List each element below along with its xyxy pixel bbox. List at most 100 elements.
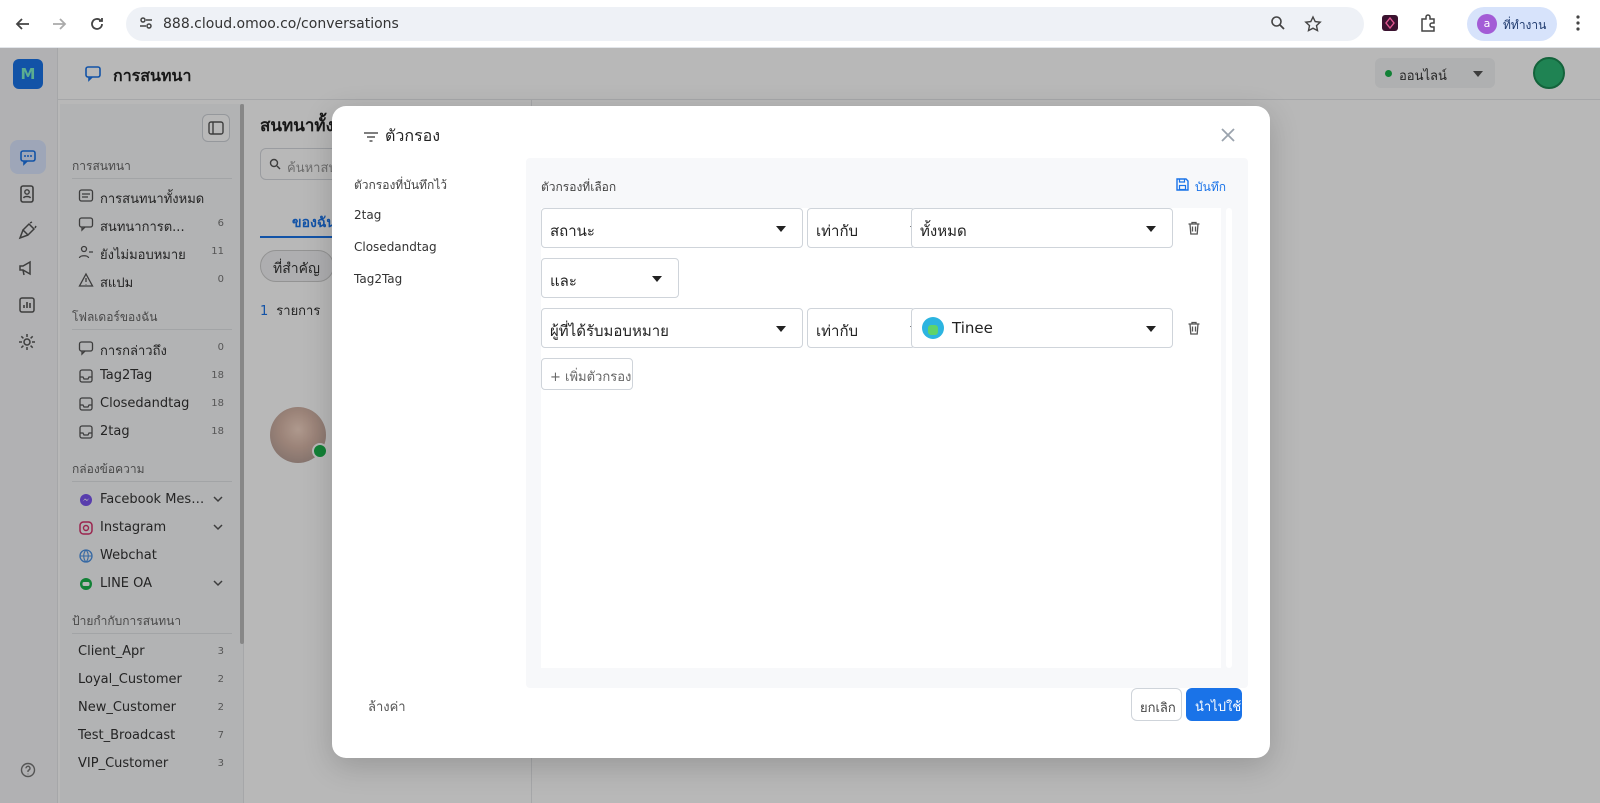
contacts-nav-icon[interactable] (17, 184, 39, 206)
sidebar-folder-mentions[interactable]: การกล่าวถึง 0 (78, 337, 234, 359)
caret-down-icon (1473, 71, 1483, 77)
saved-filter-item[interactable]: 2tag (354, 208, 381, 222)
filter-field-select[interactable]: ผู้ที่ได้รับมอบหมาย (541, 308, 803, 348)
sidebar-label-item[interactable]: New_Customer 2 (78, 697, 234, 719)
label-name: Test_Broadcast (78, 728, 176, 743)
saved-filter-item[interactable]: Tag2Tag (354, 272, 402, 286)
add-filter-button[interactable]: + เพิ่มตัวกรอง (541, 358, 633, 390)
back-icon[interactable] (12, 13, 34, 35)
folder-inbox-icon (78, 424, 94, 440)
sidebar-item-label: สนทนาการต... (100, 220, 185, 235)
select-value: ทั้งหมด (920, 222, 967, 240)
saved-filter-item[interactable]: Closedandtag (354, 240, 437, 254)
availability-select[interactable]: ออนไลน์ (1375, 58, 1495, 88)
reports-nav-icon[interactable] (17, 295, 39, 317)
search-placeholder: ค้นหาสน (287, 161, 338, 176)
sidebar-item-count: 11 (211, 246, 224, 257)
important-filter-chip[interactable]: ที่สำคัญ (260, 250, 334, 282)
online-status-dot (1385, 70, 1392, 77)
filter-conjunction-select[interactable]: และ (541, 258, 679, 298)
forward-icon[interactable] (48, 13, 70, 35)
campaigns-nav-icon[interactable] (17, 258, 39, 280)
sidebar-item-unassigned[interactable]: ยังไม่มอบหมาย 11 (78, 241, 234, 263)
label-name: VIP_Customer (78, 756, 169, 771)
address-bar[interactable]: 888.cloud.omoo.co/conversations (126, 7, 1364, 41)
inbox-list-icon (78, 188, 94, 204)
sidebar-inbox-facebook[interactable]: Facebook Messa... (78, 489, 234, 511)
sidebar-item-all-conversations[interactable]: การสนทนาทั้งหมด (78, 185, 234, 207)
selected-filters-panel: ตัวกรองที่เลือก บันทึก สถานะ เท่ากับ ทั้… (526, 158, 1248, 688)
settings-gear-icon[interactable] (17, 332, 39, 354)
help-icon[interactable] (20, 762, 36, 778)
conversations-nav-icon[interactable] (10, 140, 46, 174)
divider (72, 329, 232, 330)
browser-profile-chip[interactable]: a ที่ทำงาน (1467, 7, 1557, 41)
profile-name: ที่ทำงาน (1503, 18, 1547, 32)
filter-value-select[interactable]: Tinee (911, 308, 1173, 348)
browser-menu-icon[interactable] (1568, 13, 1590, 35)
delete-filter-trash-icon[interactable] (1186, 320, 1202, 336)
apply-button[interactable]: นำไปใช้ (1186, 688, 1242, 721)
integrations-nav-icon[interactable] (17, 221, 39, 243)
filter-modal: ตัวกรอง ตัวกรองที่บันทึกไว้ 2tag Closeda… (332, 106, 1270, 758)
sidebar-label-item[interactable]: Client_Apr 3 (78, 641, 234, 663)
url-text[interactable]: 888.cloud.omoo.co/conversations (163, 16, 399, 32)
label-count: 2 (217, 702, 224, 713)
saved-filters-heading: ตัวกรองที่บันทึกไว้ (354, 178, 447, 192)
sidebar-folder-closedandtag[interactable]: Closedandtag 18 (78, 393, 234, 415)
chevron-down-icon[interactable] (212, 577, 224, 589)
filter-panel-scrollbar[interactable] (1226, 208, 1232, 668)
app-logo[interactable]: M (13, 59, 43, 89)
sidebar-item-count: 18 (211, 370, 224, 381)
sidebar-inbox-instagram[interactable]: Instagram (78, 517, 234, 539)
caret-down-icon (652, 276, 662, 282)
sidebar-scrollbar[interactable] (240, 104, 244, 644)
divider (72, 633, 232, 634)
sidebar-folder-tag2tag[interactable]: Tag2Tag 18 (78, 365, 234, 387)
sidebar-label-item[interactable]: Test_Broadcast 7 (78, 725, 234, 747)
filter-operator-select[interactable]: เท่ากับ (807, 308, 920, 348)
delete-filter-trash-icon[interactable] (1186, 220, 1202, 236)
chevron-down-icon[interactable] (212, 493, 224, 505)
filter-field-select[interactable]: สถานะ (541, 208, 803, 248)
label-count: 3 (217, 646, 224, 657)
zoom-icon[interactable] (1270, 15, 1288, 33)
sidebar-item-label: 2tag (100, 424, 130, 439)
extension-icon[interactable] (1380, 13, 1402, 35)
filter-operator-select[interactable]: เท่ากับ (807, 208, 920, 248)
save-filter-button[interactable]: บันทึก (1176, 178, 1226, 197)
cancel-button[interactable]: ยกเลิก (1131, 688, 1182, 721)
close-icon[interactable] (1219, 126, 1237, 144)
bookmark-star-icon[interactable] (1304, 15, 1322, 33)
sidebar-toggle-button[interactable] (202, 114, 230, 142)
warning-icon (78, 272, 94, 288)
sidebar-item-label: Tag2Tag (100, 368, 153, 383)
caret-down-icon (1146, 226, 1156, 232)
sidebar-item-label: Instagram (100, 520, 167, 535)
agent-avatar (922, 317, 944, 339)
sidebar-inbox-line[interactable]: LINE OA (78, 573, 234, 595)
conversation-contact-avatar[interactable] (270, 407, 328, 463)
line-badge-icon (312, 443, 328, 459)
caret-down-icon (776, 226, 786, 232)
sidebar-label-item[interactable]: Loyal_Customer 2 (78, 669, 234, 691)
sidebar-folder-2tag[interactable]: 2tag 18 (78, 421, 234, 443)
select-value: ผู้ที่ได้รับมอบหมาย (550, 322, 669, 340)
chevron-down-icon[interactable] (212, 521, 224, 533)
sidebar-item-spam[interactable]: สแปม 0 (78, 269, 234, 291)
sidebar-item-label: สแปม (100, 276, 134, 291)
section-heading-labels: ป้ายกำกับการสนทนา (72, 614, 182, 628)
sidebar-item-mentions-conversations[interactable]: สนทนาการต... 6 (78, 213, 234, 235)
apply-label: นำไปใช้ (1195, 700, 1242, 715)
sidebar-item-count: 0 (217, 274, 224, 285)
mention-icon (78, 340, 94, 356)
user-avatar[interactable] (1533, 57, 1565, 89)
sidebar-inbox-webchat[interactable]: Webchat (78, 545, 234, 567)
reload-icon[interactable] (86, 13, 108, 35)
extensions-puzzle-icon[interactable] (1418, 13, 1440, 35)
section-heading-inbox: กล่องข้อความ (72, 462, 145, 476)
sidebar-label-item[interactable]: VIP_Customer 3 (78, 753, 234, 775)
site-info-icon[interactable] (138, 15, 156, 33)
filter-value-select[interactable]: ทั้งหมด (911, 208, 1173, 248)
reset-filters-button[interactable]: ล้างค่า (368, 696, 406, 717)
